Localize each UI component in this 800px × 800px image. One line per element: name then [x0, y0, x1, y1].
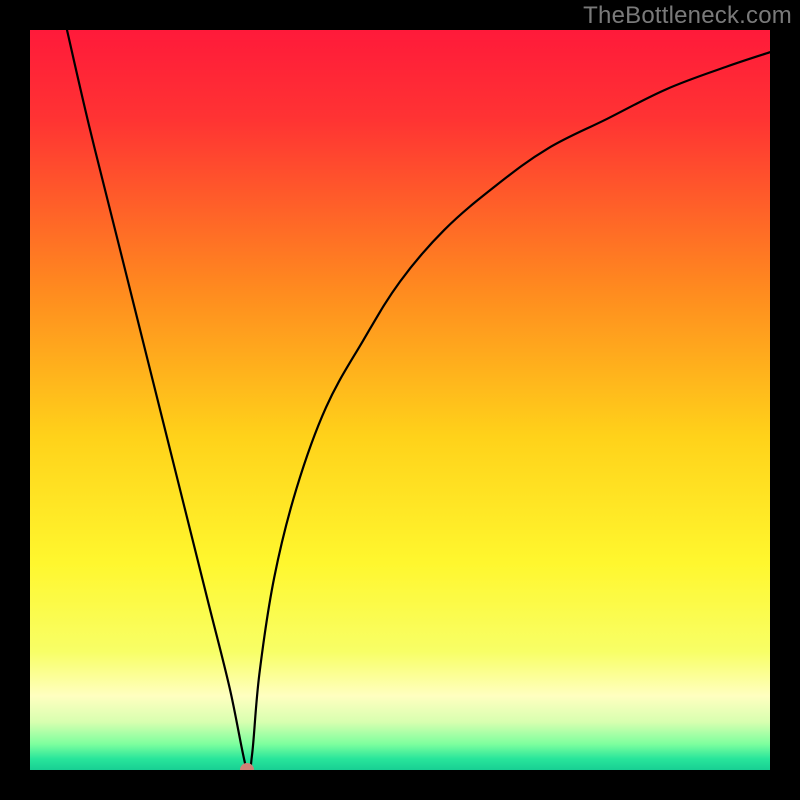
bottleneck-curve-path — [67, 30, 770, 770]
watermark-label: TheBottleneck.com — [583, 2, 792, 30]
plot-area — [30, 30, 770, 770]
optimal-point-marker — [240, 763, 254, 770]
chart-frame: TheBottleneck.com — [0, 0, 800, 800]
curve-svg — [30, 30, 770, 770]
